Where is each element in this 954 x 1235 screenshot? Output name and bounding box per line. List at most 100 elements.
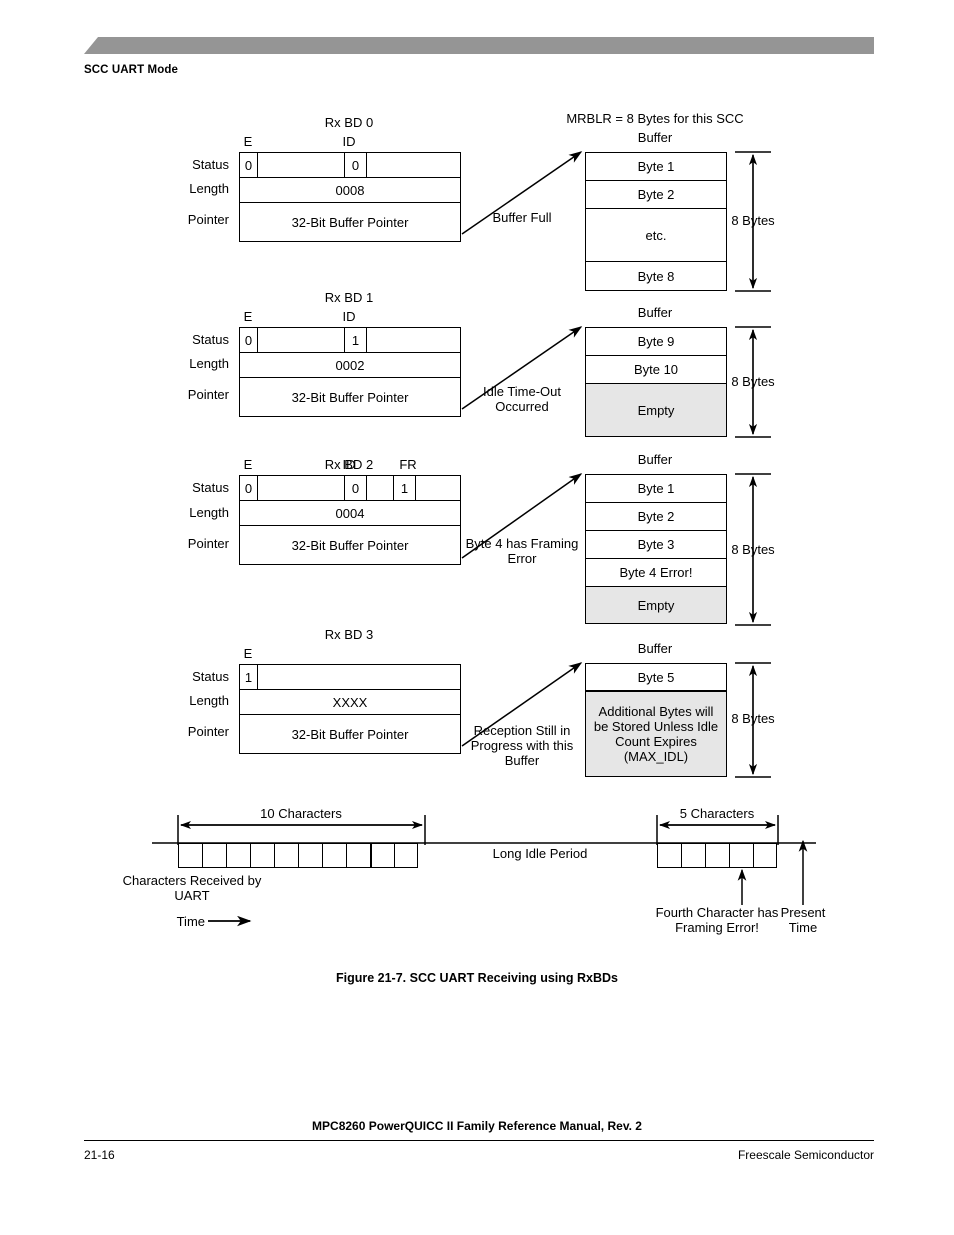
bd-status-e-cell-1: 0	[240, 328, 258, 352]
timeline-left-caption: Characters Received by UART	[122, 873, 262, 903]
bd-length-value-1: 0002	[240, 353, 460, 378]
bd-status-blank-a-0	[258, 153, 345, 177]
buffer-label-2: Buffer	[637, 452, 673, 467]
timeline-left-span-label: 10 Characters	[260, 806, 342, 821]
bd-row-label-pointer-1: Pointer	[187, 387, 229, 402]
timeline-character-box	[705, 843, 729, 868]
document-page: SCC UART Mode Rx BD 0 E ID Status Length…	[0, 0, 954, 1235]
bd-pointer-value-0: 32-Bit Buffer Pointer	[291, 214, 409, 230]
timeline-character-box	[394, 843, 418, 868]
buffer-label-3: Buffer	[637, 641, 673, 656]
bd-status-row-2: 0 0 1	[240, 476, 460, 501]
bd-status-e-cell-0: 0	[240, 153, 258, 177]
bd-bit-label-id-2: ID	[342, 457, 356, 472]
bd-row-label-status-2: Status	[192, 480, 229, 495]
buffer-box-2: Byte 1 Byte 2 Byte 3 Byte 4 Error! Empty	[585, 474, 727, 624]
timeline-idle-label: Long Idle Period	[492, 846, 588, 861]
bd-row-label-length-2: Length	[189, 505, 229, 520]
timeline-character-box	[274, 843, 298, 868]
bd-row-label-length-1: Length	[189, 356, 229, 371]
buffer-row: Byte 9	[586, 328, 726, 356]
timeline-character-box	[298, 843, 322, 868]
timeline-character-box	[202, 843, 226, 868]
bd-title-3: Rx BD 3	[324, 627, 374, 642]
timeline-character-box	[226, 843, 250, 868]
timeline-character-box	[322, 843, 346, 868]
bd-row-label-status-1: Status	[192, 332, 229, 347]
bd-length-value-3: XXXX	[240, 690, 460, 715]
bd-status-blank-b-1	[367, 328, 459, 352]
bd-row-label-pointer-3: Pointer	[187, 724, 229, 739]
bd-length-value-2: 0004	[240, 501, 460, 526]
buffer-row-empty: Empty	[586, 384, 726, 436]
timeline-right-character-boxes	[657, 843, 777, 868]
bd-status-blank-c-2	[416, 476, 459, 500]
timeline-time-label: Time	[176, 914, 205, 929]
buffer-row-empty: Empty	[586, 587, 726, 623]
timeline-character-box	[178, 843, 202, 868]
buffer-row: Byte 2	[586, 503, 726, 531]
buffer-size-label-1: 8 Bytes	[731, 374, 775, 389]
buffer-size-label-0: 8 Bytes	[731, 213, 775, 228]
bd-bit-label-id-0: ID	[342, 134, 356, 149]
buffer-box-1: Byte 9 Byte 10 Empty	[585, 327, 727, 437]
buffer-row: Byte 2	[586, 181, 726, 209]
buffer-row-additional: Additional Bytes will be Stored Unless I…	[586, 692, 726, 776]
bd-status-blank-b-2	[367, 476, 394, 500]
buffer-box-3: Byte 5 Additional Bytes will be Stored U…	[585, 663, 727, 777]
rx-bd-3-table: 1 XXXX 32-Bit Buffer Pointer	[239, 664, 461, 754]
bd-pointer-value-2: 32-Bit Buffer Pointer	[291, 537, 409, 553]
rx-bd-2-table: 0 0 1 0004 32-Bit Buffer Pointer	[239, 475, 461, 565]
bd-status-blank-a-1	[258, 328, 345, 352]
bd-bit-label-fr-2: FR	[399, 457, 417, 472]
timeline-character-box	[681, 843, 705, 868]
bd-row-label-length-3: Length	[189, 693, 229, 708]
timeline-character-box	[250, 843, 274, 868]
connector-label-0: Buffer Full	[492, 210, 552, 225]
rx-bd-0-table: 0 0 0008 32-Bit Buffer Pointer	[239, 152, 461, 242]
timeline-character-box	[370, 843, 394, 868]
bd-bit-label-e-1: E	[243, 309, 253, 324]
diagram-vector-overlay	[152, 151, 816, 927]
timeline-character-box	[657, 843, 681, 868]
timeline-character-box	[729, 843, 753, 868]
buffer-row: Byte 4 Error!	[586, 559, 726, 587]
bd-row-label-pointer-2: Pointer	[187, 536, 229, 551]
bd-status-id-cell-2: 0	[345, 476, 367, 500]
timeline-character-box	[753, 843, 777, 868]
header-decoration-bar	[84, 37, 874, 54]
bd-bit-label-e-0: E	[243, 134, 253, 149]
buffer-row: Byte 10	[586, 356, 726, 384]
buffer-row: Byte 1	[586, 153, 726, 181]
bd-title-1: Rx BD 1	[324, 290, 374, 305]
timeline-right-span-label: 5 Characters	[679, 806, 755, 821]
footer-manual-title: MPC8260 PowerQUICC II Family Reference M…	[312, 1119, 642, 1133]
figure-caption: Figure 21-7. SCC UART Receiving using Rx…	[335, 971, 618, 985]
bd-row-label-status-3: Status	[192, 669, 229, 684]
timeline-error-label: Fourth Character has Framing Error!	[655, 905, 779, 935]
buffer-label-0: Buffer	[637, 130, 673, 145]
bd-status-row-3: 1	[240, 665, 460, 690]
section-header-title: SCC UART Mode	[84, 64, 178, 76]
bd-status-blank-a-2	[258, 476, 345, 500]
connector-label-2: Byte 4 has Framing Error	[465, 536, 579, 566]
timeline-left-character-boxes	[178, 843, 418, 868]
bd-pointer-value-1: 32-Bit Buffer Pointer	[291, 389, 409, 405]
mrblr-note: MRBLR = 8 Bytes for this SCC	[566, 111, 744, 126]
footer-publisher: Freescale Semiconductor	[737, 1148, 874, 1162]
footer-divider	[84, 1140, 874, 1142]
bd-status-row-0: 0 0	[240, 153, 460, 178]
bd-status-row-1: 0 1	[240, 328, 460, 353]
bd-status-e-cell-3: 1	[240, 665, 258, 689]
bd-status-fr-cell-2: 1	[394, 476, 416, 500]
bd-pointer-value-3: 32-Bit Buffer Pointer	[291, 726, 409, 742]
bd-bit-label-e-3: E	[243, 646, 253, 661]
buffer-size-label-3: 8 Bytes	[731, 711, 775, 726]
buffer-box-0: Byte 1 Byte 2 etc. Byte 8	[585, 152, 727, 291]
buffer-size-label-2: 8 Bytes	[731, 542, 775, 557]
bd-status-blank-b-0	[367, 153, 459, 177]
bd-row-label-length-0: Length	[189, 181, 229, 196]
bd-bit-label-e-2: E	[243, 457, 253, 472]
rx-bd-1-table: 0 1 0002 32-Bit Buffer Pointer	[239, 327, 461, 417]
footer-page-number: 21-16	[84, 1148, 115, 1162]
